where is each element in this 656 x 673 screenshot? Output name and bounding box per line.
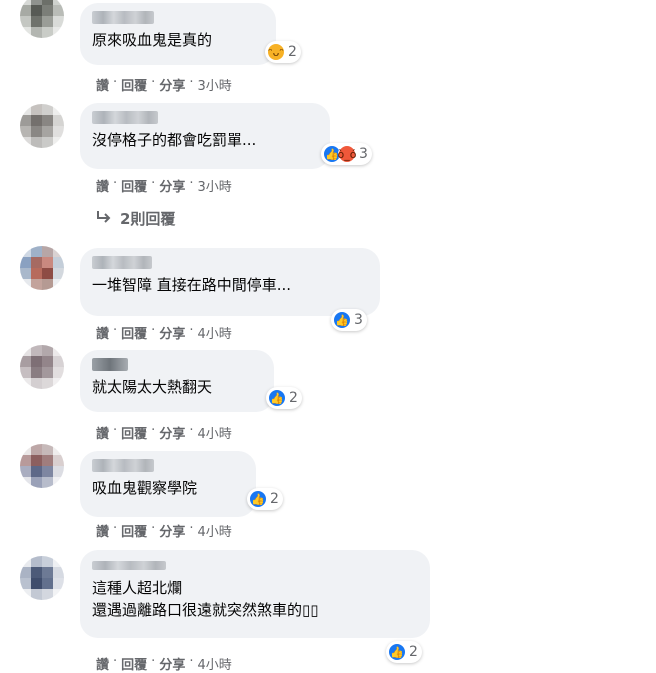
reaction-count[interactable]: 👍 2: [247, 488, 283, 510]
separator: ·: [113, 423, 118, 438]
share-button[interactable]: 分享: [159, 423, 185, 442]
comment-text: 原來吸血鬼是真的: [92, 31, 213, 49]
like-button[interactable]: 讚: [96, 521, 109, 540]
like-button[interactable]: 讚: [96, 176, 109, 195]
reaction-count-number: 2: [288, 44, 297, 60]
timestamp[interactable]: 3小時: [197, 75, 231, 94]
reply-arrow-icon: [96, 210, 112, 228]
like-button[interactable]: 讚: [96, 75, 109, 94]
separator: ·: [151, 323, 156, 338]
share-button[interactable]: 分享: [159, 75, 185, 94]
like-button[interactable]: 讚: [96, 423, 109, 442]
angry-reaction-icon: ò_ó: [338, 145, 356, 163]
comment-bubble: 一堆智障 直接在路中間停車...: [80, 248, 380, 316]
avatar[interactable]: [20, 246, 64, 290]
comment-bubble: 沒停格子的都會吃罰單...: [80, 103, 330, 169]
reaction-count-number: 2: [289, 390, 298, 406]
timestamp[interactable]: 3小時: [197, 176, 231, 195]
like-button[interactable]: 讚: [96, 323, 109, 342]
comment-actions: 讚 · 回覆 · 分享 · 3小時: [96, 176, 232, 195]
comment-bubble: 這種人超北爛 還遇過離路口很遠就突然煞車的▯▯: [80, 550, 430, 638]
separator: ·: [151, 423, 156, 438]
separator: ·: [151, 75, 156, 90]
separator: ·: [189, 75, 194, 90]
reaction-count[interactable]: ᵔᴗᵔ 2: [265, 41, 301, 63]
reply-button[interactable]: 回覆: [121, 75, 147, 94]
haha-reaction-icon: ᵔᴗᵔ: [267, 43, 285, 61]
like-reaction-icon: 👍: [333, 311, 351, 329]
author-name[interactable]: [92, 11, 154, 24]
author-name[interactable]: [92, 561, 166, 570]
reaction-count-number: 3: [354, 312, 363, 328]
separator: ·: [189, 521, 194, 536]
reply-button[interactable]: 回覆: [121, 423, 147, 442]
author-name[interactable]: [92, 111, 158, 124]
separator: ·: [189, 423, 194, 438]
separator: ·: [189, 323, 194, 338]
separator: ·: [151, 654, 156, 669]
comment-text: 這種人超北爛 還遇過離路口很遠就突然煞車的▯▯: [92, 579, 319, 619]
author-name[interactable]: [92, 358, 128, 371]
view-replies-label: 2則回覆: [120, 210, 176, 228]
reaction-count-number: 2: [270, 491, 279, 507]
share-button[interactable]: 分享: [159, 176, 185, 195]
comment-bubble: 就太陽太大熱翻天: [80, 350, 274, 412]
separator: ·: [151, 176, 156, 191]
avatar[interactable]: [20, 345, 64, 389]
comment-text: 沒停格子的都會吃罰單...: [92, 131, 257, 149]
timestamp[interactable]: 4小時: [197, 654, 231, 673]
comment-text: 一堆智障 直接在路中間停車...: [92, 276, 292, 294]
reaction-count-number: 2: [409, 644, 418, 660]
timestamp[interactable]: 4小時: [197, 423, 231, 442]
timestamp[interactable]: 4小時: [197, 323, 231, 342]
author-name[interactable]: [92, 256, 152, 269]
avatar[interactable]: [20, 0, 64, 38]
share-button[interactable]: 分享: [159, 323, 185, 342]
separator: ·: [113, 654, 118, 669]
like-reaction-icon: 👍: [249, 490, 267, 508]
separator: ·: [189, 176, 194, 191]
like-button[interactable]: 讚: [96, 654, 109, 673]
reaction-count[interactable]: 👍 2: [386, 641, 422, 663]
reaction-count[interactable]: 👍 ò_ó 3: [321, 143, 372, 165]
comment-bubble: 吸血鬼觀察學院: [80, 451, 256, 517]
avatar[interactable]: [20, 104, 64, 148]
comment-actions: 讚 · 回覆 · 分享 · 4小時: [96, 423, 232, 442]
separator: ·: [113, 521, 118, 536]
avatar[interactable]: [20, 556, 64, 600]
comment-actions: 讚 · 回覆 · 分享 · 4小時: [96, 323, 232, 342]
share-button[interactable]: 分享: [159, 521, 185, 540]
reply-button[interactable]: 回覆: [121, 176, 147, 195]
comment-text: 就太陽太大熱翻天: [92, 378, 213, 396]
like-reaction-icon: 👍: [268, 389, 286, 407]
separator: ·: [113, 176, 118, 191]
reaction-count[interactable]: 👍 3: [331, 309, 367, 331]
like-reaction-icon: 👍: [388, 643, 406, 661]
comment-text: 吸血鬼觀察學院: [92, 479, 198, 497]
share-button[interactable]: 分享: [159, 654, 185, 673]
timestamp[interactable]: 4小時: [197, 521, 231, 540]
comment-actions: 讚 · 回覆 · 分享 · 4小時: [96, 654, 232, 673]
reply-button[interactable]: 回覆: [121, 521, 147, 540]
avatar[interactable]: [20, 444, 64, 488]
comment-actions: 讚 · 回覆 · 分享 · 3小時: [96, 75, 232, 94]
separator: ·: [189, 654, 194, 669]
reaction-count[interactable]: 👍 2: [266, 387, 302, 409]
reply-button[interactable]: 回覆: [121, 323, 147, 342]
comment-bubble: 原來吸血鬼是真的: [80, 3, 276, 65]
reaction-count-number: 3: [359, 146, 368, 162]
separator: ·: [151, 521, 156, 536]
separator: ·: [113, 75, 118, 90]
view-replies-link[interactable]: 2則回覆: [96, 208, 175, 229]
reply-button[interactable]: 回覆: [121, 654, 147, 673]
separator: ·: [113, 323, 118, 338]
comment-actions: 讚 · 回覆 · 分享 · 4小時: [96, 521, 232, 540]
author-name[interactable]: [92, 459, 154, 472]
